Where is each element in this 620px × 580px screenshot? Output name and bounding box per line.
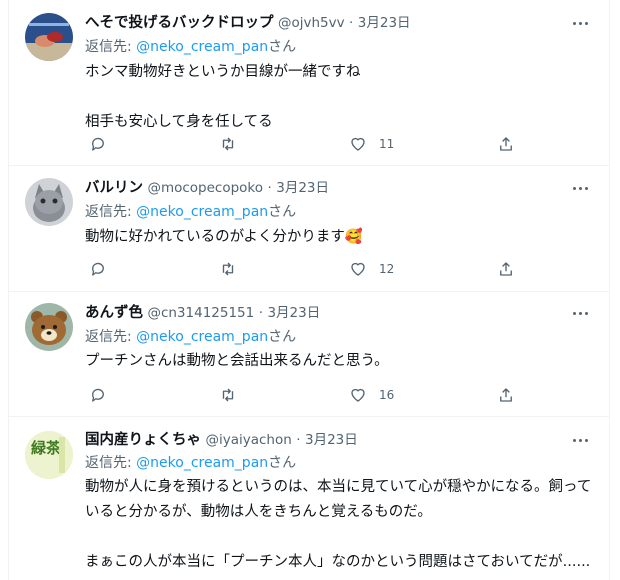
tweet-text: 動物に好かれているのがよく分かります🥰 xyxy=(85,229,363,245)
more-options-icon[interactable] xyxy=(571,430,591,450)
mention-link[interactable]: @neko_cream_pan xyxy=(136,329,268,345)
reply-suffix: さん xyxy=(268,329,297,345)
retweet-icon xyxy=(222,388,234,402)
reply-to-line: 返信先: @neko_cream_panさん xyxy=(85,327,296,347)
share-button[interactable] xyxy=(497,385,515,405)
reply-prefix: 返信先: xyxy=(85,455,137,471)
reply-tweet[interactable]: へそで投げるバックドロップ @ojvh5vv · 3月23日 返信先: @nek… xyxy=(9,0,609,166)
like-count: 11 xyxy=(379,137,395,151)
reply-tweet[interactable]: バルリン @mocopecopoko · 3月23日 返信先: @neko_cr… xyxy=(9,166,609,292)
action-bar: 12 xyxy=(85,259,525,279)
like-button[interactable]: 11 xyxy=(349,134,394,154)
user-handle[interactable]: @ojvh5vv xyxy=(278,15,345,31)
display-name[interactable]: バルリン xyxy=(85,180,143,196)
separator-dot: · xyxy=(258,305,263,321)
reply-button[interactable] xyxy=(89,385,107,405)
reply-feed: へそで投げるバックドロップ @ojvh5vv · 3月23日 返信先: @nek… xyxy=(8,0,610,580)
reply-button[interactable] xyxy=(89,134,107,154)
retweet-icon xyxy=(222,262,234,276)
avatar[interactable] xyxy=(25,303,73,351)
mention-link[interactable]: @neko_cream_pan xyxy=(136,455,268,471)
mention-link[interactable]: @neko_cream_pan xyxy=(136,39,268,55)
action-bar: 16 xyxy=(85,385,525,405)
reply-to-line: 返信先: @neko_cream_panさん xyxy=(85,37,296,57)
share-icon xyxy=(500,388,512,402)
heart-icon xyxy=(351,388,365,402)
like-button[interactable]: 16 xyxy=(349,385,394,405)
reply-suffix: さん xyxy=(268,39,297,55)
tweet-text: 動物が人に身を預けるというのは、本当に見ていて心が穏やかになる。飼っていると分か… xyxy=(85,479,592,570)
reply-suffix: さん xyxy=(268,455,297,471)
display-name[interactable]: へそで投げるバックドロップ xyxy=(85,15,274,31)
user-handle[interactable]: @mocopecopoko xyxy=(147,180,263,196)
reply-icon xyxy=(92,388,104,402)
separator-dot: · xyxy=(349,15,354,31)
avatar[interactable] xyxy=(25,178,73,226)
reply-prefix: 返信先: xyxy=(85,329,137,345)
reply-icon xyxy=(92,137,104,151)
timestamp[interactable]: 3月23日 xyxy=(276,180,329,196)
reply-tweet[interactable]: あんず色 @cn314125151 · 3月23日 返信先: @neko_cre… xyxy=(9,292,609,417)
share-icon xyxy=(500,137,512,151)
reply-icon xyxy=(92,262,104,276)
tweet-text: ホンマ動物好きというか目線が一緒ですね 相手も安心して身を任してる xyxy=(85,64,361,130)
tweet-header: あんず色 @cn314125151 · 3月23日 xyxy=(85,303,320,323)
avatar[interactable]: 緑茶 xyxy=(25,431,73,479)
reply-tweet[interactable]: 緑茶 国内産りょくちゃ @iyaiyachon · 3月23日 返信先: @ne… xyxy=(9,417,609,580)
share-icon xyxy=(500,262,512,276)
avatar-text: 緑茶 xyxy=(31,439,62,457)
separator-dot: · xyxy=(267,180,272,196)
reply-to-line: 返信先: @neko_cream_panさん xyxy=(85,202,296,222)
share-button[interactable] xyxy=(497,259,515,279)
retweet-button[interactable] xyxy=(219,259,237,279)
user-handle[interactable]: @cn314125151 xyxy=(147,305,254,321)
display-name[interactable]: あんず色 xyxy=(85,305,143,321)
retweet-icon xyxy=(222,137,234,151)
more-options-icon[interactable] xyxy=(571,178,591,198)
tweet-header: 国内産りょくちゃ @iyaiyachon · 3月23日 xyxy=(85,430,358,450)
separator-dot: · xyxy=(296,432,301,448)
display-name[interactable]: 国内産りょくちゃ xyxy=(85,432,201,448)
avatar[interactable] xyxy=(25,13,73,61)
more-options-icon[interactable] xyxy=(571,303,591,323)
user-handle[interactable]: @iyaiyachon xyxy=(205,432,291,448)
reply-prefix: 返信先: xyxy=(85,39,137,55)
reply-to-line: 返信先: @neko_cream_panさん xyxy=(85,453,296,473)
tweet-text: プーチンさんは動物と会話出来るんだと思う。 xyxy=(85,353,389,369)
retweet-button[interactable] xyxy=(219,134,237,154)
timestamp[interactable]: 3月23日 xyxy=(305,432,358,448)
tweet-header: へそで投げるバックドロップ @ojvh5vv · 3月23日 xyxy=(85,13,411,33)
reply-suffix: さん xyxy=(268,204,297,220)
share-button[interactable] xyxy=(497,134,515,154)
tweet-header: バルリン @mocopecopoko · 3月23日 xyxy=(85,178,329,198)
more-options-icon[interactable] xyxy=(571,13,591,33)
heart-icon xyxy=(351,137,365,151)
like-count: 12 xyxy=(379,262,395,276)
reply-button[interactable] xyxy=(89,259,107,279)
action-bar: 11 xyxy=(85,134,525,154)
retweet-button[interactable] xyxy=(219,385,237,405)
timestamp[interactable]: 3月23日 xyxy=(358,15,411,31)
like-button[interactable]: 12 xyxy=(349,259,394,279)
like-count: 16 xyxy=(379,388,395,402)
timestamp[interactable]: 3月23日 xyxy=(267,305,320,321)
mention-link[interactable]: @neko_cream_pan xyxy=(136,204,268,220)
heart-icon xyxy=(351,262,365,276)
reply-prefix: 返信先: xyxy=(85,204,137,220)
